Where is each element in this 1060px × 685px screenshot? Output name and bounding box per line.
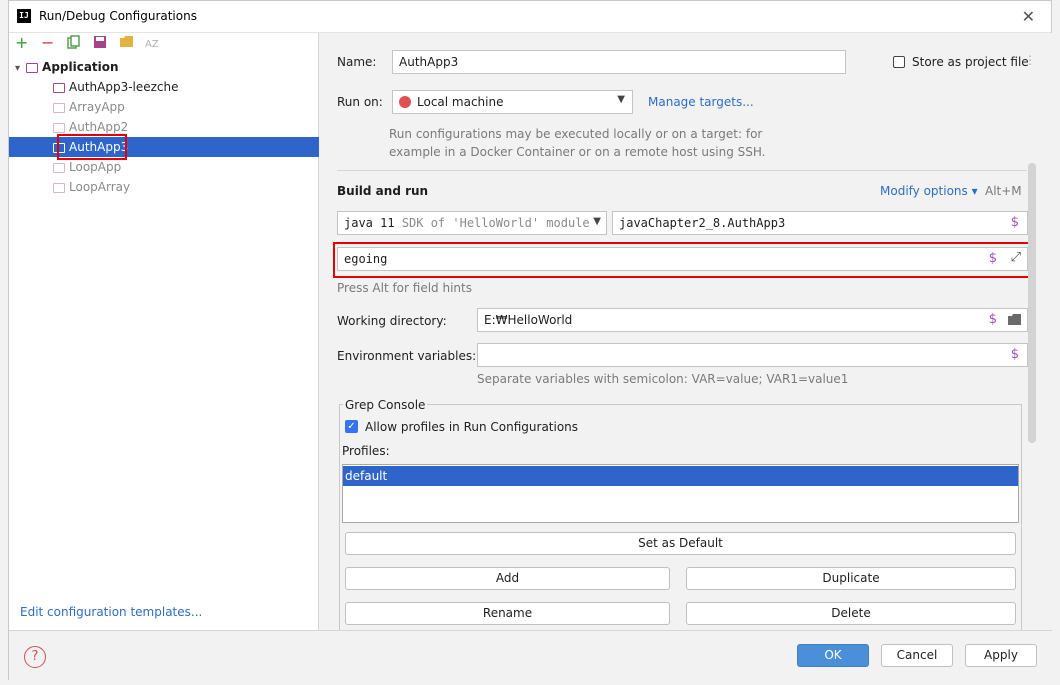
tree-item[interactable]: LoopApp xyxy=(9,157,319,177)
store-label: Store as project file xyxy=(912,55,1029,69)
macro-icon[interactable]: $ xyxy=(1011,347,1019,362)
application-icon xyxy=(26,62,39,73)
run-debug-dialog: IJ Run/Debug Configurations ✕ + − AZ ▾ Ap… xyxy=(8,0,1053,680)
grep-console-title: Grep Console xyxy=(343,398,428,412)
macro-icon[interactable]: $ xyxy=(989,312,997,327)
main-class-input[interactable]: javaChapter2_8.AuthApp3 $ xyxy=(612,211,1028,235)
config-form: Name: AuthApp3 Store as project file ⋮ R… xyxy=(320,33,1053,630)
sort-icon[interactable]: AZ xyxy=(145,37,159,53)
intellij-logo-icon: IJ xyxy=(17,9,31,23)
scrollbar[interactable] xyxy=(1028,163,1036,443)
edit-templates-link[interactable]: Edit configuration templates... xyxy=(20,605,202,619)
store-checkbox[interactable] xyxy=(893,56,905,68)
env-input[interactable]: $ xyxy=(477,343,1028,367)
tree-item[interactable]: LoopArray xyxy=(9,177,319,197)
folder-icon[interactable] xyxy=(1007,313,1022,329)
sdk-select[interactable]: java 11 SDK of 'HelloWorld' module ▼ xyxy=(337,211,607,235)
working-dir-input[interactable]: E:₩HelloWorld $ xyxy=(477,308,1028,332)
list-item[interactable]: default xyxy=(343,466,1018,486)
profiles-label: Profiles: xyxy=(342,444,390,458)
name-input[interactable]: AuthApp3 xyxy=(392,50,846,74)
alt-hint: Press Alt for field hints xyxy=(337,281,472,295)
run-on-hint: example in a Docker Container or on a re… xyxy=(389,145,766,159)
more-icon[interactable]: ⋮ xyxy=(1024,53,1036,67)
app-config-icon xyxy=(53,162,65,173)
remove-icon[interactable]: − xyxy=(41,35,54,51)
tree-item[interactable]: AuthApp3-leezche xyxy=(9,77,319,97)
set-default-button[interactable]: Set as Default xyxy=(345,532,1016,555)
tree-root-application[interactable]: ▾ Application xyxy=(9,57,319,77)
tree-item[interactable]: ArrayApp xyxy=(9,97,319,117)
build-run-heading: Build and run xyxy=(337,184,429,198)
dropdown-arrow-icon: ▼ xyxy=(593,216,601,227)
app-config-icon xyxy=(53,82,65,93)
highlight-box xyxy=(333,242,1033,278)
home-icon xyxy=(399,96,411,108)
add-button[interactable]: Add xyxy=(345,567,670,590)
apply-button[interactable]: Apply xyxy=(965,644,1037,667)
config-tree-pane: + − AZ ▾ Application AuthApp3-leezche Arr… xyxy=(9,33,319,630)
modify-options-link[interactable]: Modify options ▾ xyxy=(880,184,978,198)
help-icon[interactable]: ? xyxy=(24,646,46,668)
cancel-button[interactable]: Cancel xyxy=(881,644,953,667)
separator xyxy=(337,170,1027,171)
rename-button[interactable]: Rename xyxy=(345,602,670,625)
tree-item[interactable]: AuthApp2 xyxy=(9,117,319,137)
app-config-icon xyxy=(53,182,65,193)
env-label: Environment variables: xyxy=(337,349,477,363)
delete-button[interactable]: Delete xyxy=(686,602,1016,625)
dropdown-arrow-icon: ▼ xyxy=(617,94,625,105)
run-on-hint: Run configurations may be executed local… xyxy=(389,127,763,141)
manage-targets-link[interactable]: Manage targets... xyxy=(648,95,754,109)
name-label: Name: xyxy=(337,55,377,69)
duplicate-button[interactable]: Duplicate xyxy=(686,567,1016,590)
dialog-footer: ? OK Cancel Apply xyxy=(9,630,1052,680)
app-config-icon xyxy=(53,122,65,133)
app-config-icon xyxy=(53,102,65,113)
modify-shortcut: Alt+M xyxy=(985,184,1022,198)
copy-icon[interactable] xyxy=(67,35,81,53)
title-bar: IJ Run/Debug Configurations ✕ xyxy=(9,1,1051,33)
add-icon[interactable]: + xyxy=(15,35,28,51)
save-icon[interactable] xyxy=(93,35,107,53)
ok-button[interactable]: OK xyxy=(797,644,869,667)
chevron-down-icon[interactable]: ▾ xyxy=(15,63,20,74)
allow-profiles-label: Allow profiles in Run Configurations xyxy=(365,420,579,434)
tree-toolbar: + − AZ xyxy=(9,33,319,55)
profiles-list[interactable]: default xyxy=(342,464,1019,523)
env-hint: Separate variables with semicolon: VAR=v… xyxy=(477,372,849,386)
close-icon[interactable]: ✕ xyxy=(1022,7,1035,26)
working-dir-label: Working directory: xyxy=(337,314,447,328)
folder-icon[interactable] xyxy=(119,35,134,52)
window-title: Run/Debug Configurations xyxy=(39,9,197,23)
macro-icon[interactable]: $ xyxy=(1011,215,1019,230)
run-on-label: Run on: xyxy=(337,95,383,109)
allow-profiles-checkbox[interactable]: ✓ xyxy=(345,420,358,433)
run-on-select[interactable]: Local machine ▼ xyxy=(392,90,633,114)
tree-item-selected[interactable]: AuthApp3 xyxy=(9,137,319,157)
